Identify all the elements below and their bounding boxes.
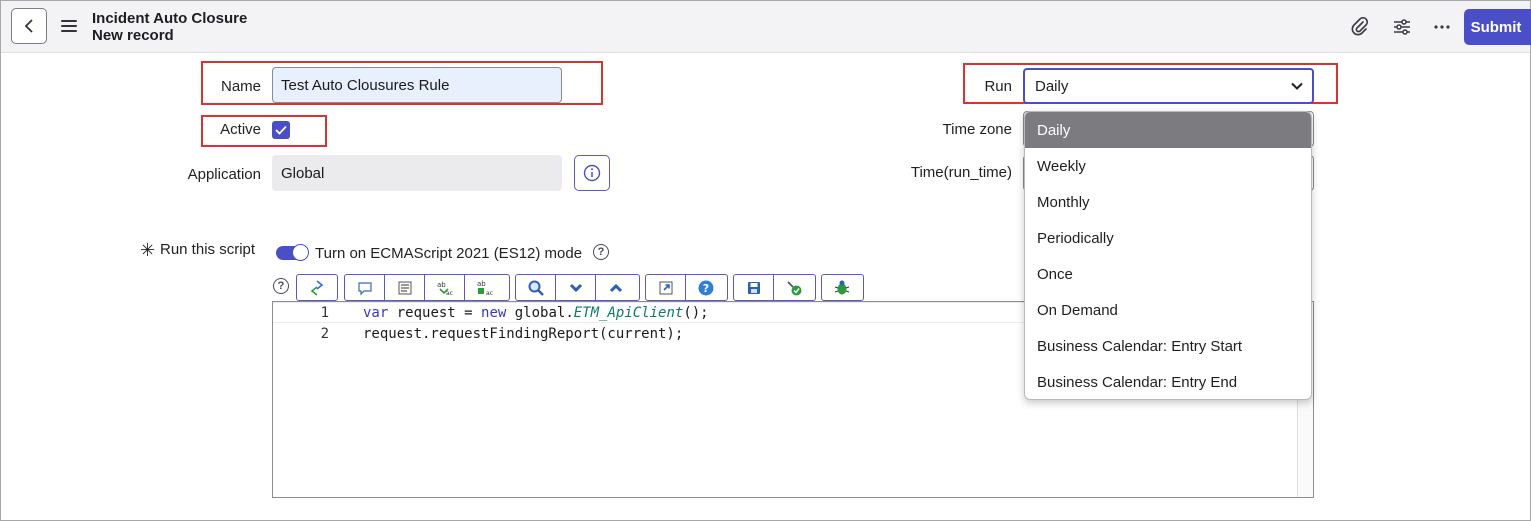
toolbar-group-view: ? — [645, 274, 728, 301]
es-mode-help-icon[interactable]: ? — [593, 244, 609, 260]
svg-text:?: ? — [703, 282, 709, 295]
svg-text:ac: ac — [486, 290, 493, 297]
run-options-dropdown: Daily Weekly Monthly Periodically Once O… — [1024, 111, 1312, 400]
run-option-once[interactable]: Once — [1025, 256, 1311, 292]
fullscreen-button[interactable] — [646, 275, 686, 300]
search-icon — [528, 280, 544, 296]
run-option-daily[interactable]: Daily — [1025, 112, 1311, 148]
replace-all-button[interactable]: ab ac — [465, 275, 505, 300]
run-option-calendar-entry-start[interactable]: Business Calendar: Entry Start — [1025, 328, 1311, 364]
chevron-down-icon — [1291, 82, 1303, 90]
hamburger-menu-icon[interactable] — [61, 17, 77, 35]
record-title-block: Incident Auto Closure New record — [92, 10, 247, 44]
ellipsis-icon — [1434, 25, 1450, 29]
record-title: Incident Auto Closure — [92, 10, 248, 27]
bug-icon — [834, 280, 850, 294]
run-option-on-demand[interactable]: On Demand — [1025, 292, 1311, 328]
code-text: request.requestFindingReport(current); — [363, 325, 684, 342]
code-format-icon — [310, 279, 324, 296]
paperclip-icon — [1351, 17, 1369, 36]
find-previous-button[interactable] — [596, 275, 636, 300]
svg-text:ab: ab — [437, 281, 446, 289]
attachment-button[interactable] — [1347, 14, 1373, 40]
svg-text:ab: ab — [477, 280, 486, 288]
floppy-disk-icon — [747, 281, 760, 294]
application-field: Global — [272, 155, 562, 191]
application-label: Application — [187, 166, 261, 183]
replace-button[interactable]: ab ac — [425, 275, 465, 300]
back-button[interactable] — [11, 8, 47, 44]
code-text: var request = new global.ETM_ApiClient()… — [363, 304, 709, 321]
line-number: 2 — [320, 325, 329, 342]
name-input[interactable]: Test Auto Clousures Rule — [272, 67, 562, 103]
active-checkbox[interactable] — [272, 121, 290, 139]
svg-text:ac: ac — [446, 290, 453, 297]
run-option-weekly[interactable]: Weekly — [1025, 148, 1311, 184]
personalize-form-button[interactable] — [1389, 14, 1415, 40]
toggle-syntax-button[interactable] — [297, 275, 337, 300]
es-mode-label: Turn on ECMAScript 2021 (ES12) mode — [315, 245, 583, 262]
toolbar-group-debug — [821, 274, 864, 301]
check-syntax-button[interactable] — [774, 275, 814, 300]
timezone-label: Time zone — [942, 121, 1012, 138]
save-button[interactable] — [734, 275, 774, 300]
run-option-periodically[interactable]: Periodically — [1025, 220, 1311, 256]
run-option-calendar-entry-end[interactable]: Business Calendar: Entry End — [1025, 364, 1311, 399]
search-button[interactable] — [516, 275, 556, 300]
chevron-left-icon — [24, 19, 33, 33]
syntax-check-icon — [787, 280, 802, 295]
expand-icon — [659, 281, 672, 294]
find-next-button[interactable] — [556, 275, 596, 300]
record-subtitle: New record — [92, 27, 174, 44]
replace-icon: abac — [437, 281, 453, 297]
replace-all-icon: abac — [477, 280, 493, 297]
run-select-value: Daily — [1035, 77, 1069, 95]
chevron-down-icon — [569, 283, 582, 292]
toolbar-group-format — [296, 274, 338, 301]
runtime-label: Time(run_time) — [910, 164, 1012, 181]
toolbar-group-file — [733, 274, 816, 301]
align-lines-icon — [398, 281, 411, 294]
speech-bubble-icon — [357, 281, 372, 295]
run-label: Run — [984, 78, 1012, 95]
question-icon: ? — [698, 280, 714, 295]
toolbar-group-search — [515, 274, 640, 301]
script-help-icon[interactable]: ? — [273, 278, 289, 294]
active-label: Active — [220, 121, 261, 138]
es-mode-toggle[interactable] — [276, 244, 309, 261]
script-label: Run this script — [160, 241, 256, 258]
run-select[interactable]: Daily — [1023, 68, 1314, 104]
run-option-monthly[interactable]: Monthly — [1025, 184, 1311, 220]
checkmark-icon — [275, 125, 287, 135]
script-help-button[interactable]: ? — [686, 275, 726, 300]
submit-button[interactable]: Submit — [1464, 9, 1531, 45]
format-code-button[interactable] — [385, 275, 425, 300]
line-number: 1 — [320, 304, 329, 321]
toggle-knob — [292, 244, 309, 261]
toolbar-group-edit: ab ac ab ac — [344, 274, 510, 301]
info-icon — [583, 164, 601, 182]
chevron-up-icon — [609, 283, 623, 292]
form-header: Incident Auto Closure New record Submit — [1, 1, 1531, 53]
debug-button[interactable] — [822, 275, 862, 300]
more-options-button[interactable] — [1429, 14, 1455, 40]
comment-button[interactable] — [345, 275, 385, 300]
mandatory-asterisk-icon: ✳ — [140, 240, 156, 260]
application-info-button[interactable] — [574, 155, 610, 191]
sliders-icon — [1394, 19, 1410, 35]
name-label: Name — [220, 78, 261, 95]
